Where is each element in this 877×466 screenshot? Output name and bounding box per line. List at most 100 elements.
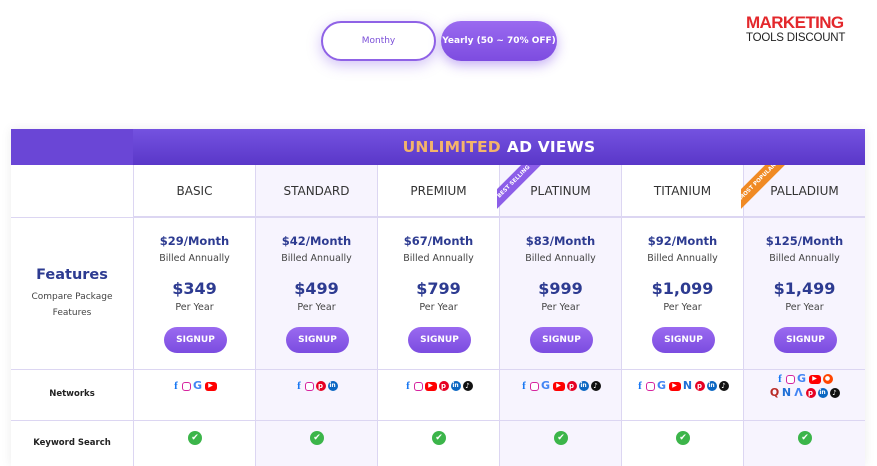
tiktok-icon: ♪ xyxy=(718,381,729,391)
facebook-icon: f xyxy=(638,380,642,392)
instagram-icon xyxy=(785,374,795,384)
header-band: UNLIMITED AD VIEWS xyxy=(133,129,865,165)
yearly-price: $1,099 xyxy=(651,279,714,298)
billed-annually-text: Billed Annually xyxy=(281,253,352,264)
plan-name: TITANIUM xyxy=(622,165,743,217)
yearly-toggle-button[interactable]: Yearly (50 ~ 70% OFF) xyxy=(441,21,557,61)
signup-button[interactable]: SIGNUP xyxy=(286,327,349,353)
check-icon: ✔ xyxy=(798,431,812,445)
linkedin-icon: in xyxy=(450,381,461,391)
per-year-text: Per Year xyxy=(175,302,214,313)
linkedin-icon: in xyxy=(578,381,589,391)
facebook-icon: f xyxy=(174,380,178,392)
features-subtitle-line1: Compare Package xyxy=(31,292,113,302)
per-year-text: Per Year xyxy=(785,302,824,313)
pinterest-icon: p xyxy=(805,388,816,398)
monthly-price: $83/Month xyxy=(525,234,596,248)
signup-button[interactable]: SIGNUP xyxy=(164,327,227,353)
network-icons: Q N Λp in ♪ xyxy=(744,386,865,399)
plan-name: PREMIUM xyxy=(378,165,499,217)
per-year-text: Per Year xyxy=(663,302,702,313)
check-icon: ✔ xyxy=(188,431,202,445)
signup-button[interactable]: SIGNUP xyxy=(530,327,593,353)
monthly-toggle-button[interactable]: Monthy xyxy=(321,21,436,61)
signup-button[interactable]: SIGNUP xyxy=(652,327,715,353)
networks-row-label: Networks xyxy=(49,389,95,399)
divider xyxy=(11,217,865,218)
youtube-icon: ▶ xyxy=(552,381,565,391)
billed-annually-text: Billed Annually xyxy=(769,253,840,264)
youtube-icon: ▶ xyxy=(668,381,681,391)
google-icon: G xyxy=(192,379,203,392)
instagram-icon xyxy=(304,381,314,391)
youtube-icon: ▶ xyxy=(424,381,437,391)
divider xyxy=(11,369,865,370)
monthly-price: $67/Month xyxy=(403,234,474,248)
plan-name: BASIC xyxy=(134,165,255,217)
header-rest: AD VIEWS xyxy=(506,138,596,156)
network-icons: f G ▶ Np in ♪ xyxy=(622,379,743,392)
header-accent: UNLIMITED xyxy=(402,138,501,156)
plan-name: STANDARD xyxy=(256,165,377,217)
monthly-price: $125/Month xyxy=(765,234,844,248)
billing-toggle: Monthy Yearly (50 ~ 70% OFF) xyxy=(320,21,560,65)
brand-logo[interactable]: MARKETING TOOLS DISCOUNT xyxy=(746,14,866,45)
monthly-price: $92/Month xyxy=(647,234,718,248)
check-icon: ✔ xyxy=(432,431,446,445)
pinterest-icon: p xyxy=(315,381,326,391)
yearly-price: $799 xyxy=(416,279,461,298)
check-icon: ✔ xyxy=(676,431,690,445)
linkedin-icon: in xyxy=(706,381,717,391)
yearly-price: $349 xyxy=(172,279,217,298)
pinterest-icon: p xyxy=(566,381,577,391)
network-icons: f G ▶ p in ♪ xyxy=(500,380,621,392)
best-selling-ribbon-text: BEST SELLING xyxy=(497,165,541,209)
network-icons: f G ▶ ● xyxy=(744,372,865,385)
keyword-row-label: Keyword Search xyxy=(33,438,111,448)
reddit-icon: ● xyxy=(822,374,833,384)
billed-annually-text: Billed Annually xyxy=(159,253,230,264)
yearly-price: $999 xyxy=(538,279,583,298)
tiktok-icon: ♪ xyxy=(590,381,601,391)
most-popular-ribbon: MOST POPULAR xyxy=(741,165,785,209)
instagram-icon xyxy=(529,381,539,391)
youtube-icon: ▶ xyxy=(808,374,821,384)
logo-line2: TOOLS DISCOUNT xyxy=(746,32,846,44)
monthly-price: $29/Month xyxy=(159,234,230,248)
network-icons: f G ▶ xyxy=(134,379,255,392)
per-year-text: Per Year xyxy=(297,302,336,313)
features-title: Features xyxy=(36,267,108,283)
billed-annually-text: Billed Annually xyxy=(403,253,474,264)
google-ads-icon: Λ xyxy=(794,386,803,399)
yearly-price: $1,499 xyxy=(773,279,836,298)
instagram-icon xyxy=(645,381,655,391)
tiktok-icon: ♪ xyxy=(829,388,840,398)
network-icons: f ▶ p in ♪ xyxy=(378,380,499,392)
features-subtitle-line2: Features xyxy=(52,308,92,318)
pinterest-icon: p xyxy=(438,381,449,391)
facebook-icon: f xyxy=(297,380,301,392)
pinterest-icon: p xyxy=(694,381,705,391)
best-selling-ribbon: BEST SELLING xyxy=(497,165,541,209)
linkedin-icon: in xyxy=(327,381,338,391)
check-icon: ✔ xyxy=(310,431,324,445)
facebook-icon: f xyxy=(522,380,526,392)
tiktok-icon: ♪ xyxy=(462,381,473,391)
facebook-icon: f xyxy=(406,380,410,392)
billed-annually-text: Billed Annually xyxy=(647,253,718,264)
check-icon: ✔ xyxy=(554,431,568,445)
pricing-table: UNLIMITED AD VIEWS Features Compare Pack… xyxy=(11,129,865,466)
google-icon: G xyxy=(796,372,807,385)
header-blank-cell xyxy=(11,129,133,165)
per-year-text: Per Year xyxy=(541,302,580,313)
instagram-icon xyxy=(181,381,191,391)
monthly-price: $42/Month xyxy=(281,234,352,248)
signup-button[interactable]: SIGNUP xyxy=(408,327,471,353)
facebook-icon: f xyxy=(778,373,782,385)
linkedin-icon: in xyxy=(817,388,828,398)
quora-icon: Q xyxy=(769,386,780,399)
signup-button[interactable]: SIGNUP xyxy=(774,327,837,353)
features-subtitle: Compare Package Features xyxy=(11,289,133,321)
n-icon: N xyxy=(682,379,693,392)
n-icon: N xyxy=(781,386,792,399)
